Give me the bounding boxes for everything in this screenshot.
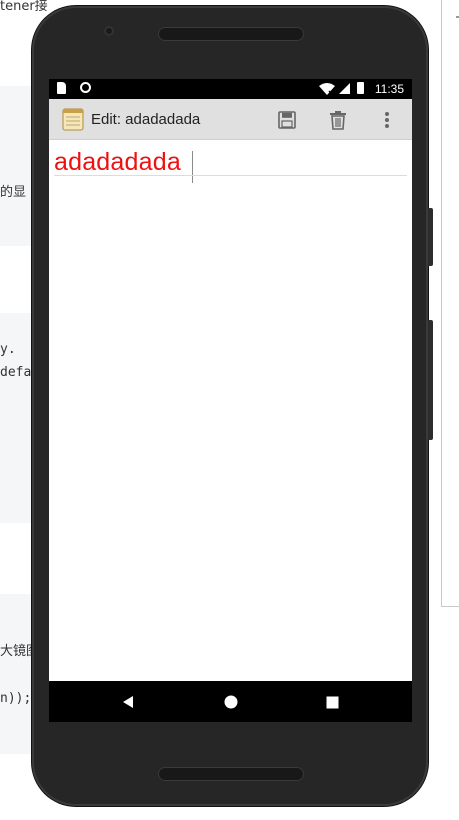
volume-button[interactable] — [428, 320, 433, 440]
text-cursor — [192, 151, 193, 183]
status-time: 11:35 — [374, 82, 404, 96]
back-button[interactable] — [117, 691, 139, 713]
circle-notification-icon — [80, 82, 91, 93]
home-icon — [224, 695, 238, 709]
toolbar-title: Edit: adadadada — [91, 111, 201, 128]
bg-side-window — [441, 0, 459, 607]
bg-fragment-2: y. — [0, 342, 16, 357]
bg-fragment-3: defa — [0, 365, 32, 380]
delete-button[interactable] — [326, 108, 350, 132]
trash-icon — [330, 110, 346, 130]
note-text[interactable]: adadadada — [54, 148, 181, 177]
recents-button[interactable] — [321, 691, 343, 713]
save-icon — [278, 111, 296, 129]
bg-fragment-1: 的显 — [0, 185, 27, 200]
camera-icon — [104, 26, 114, 36]
device-screen: 11:35 Edit: adadadada adadadada — [49, 79, 412, 722]
top-speaker — [158, 27, 304, 41]
save-button[interactable] — [275, 108, 299, 132]
battery-icon — [357, 82, 364, 94]
bottom-speaker — [158, 767, 304, 781]
edit-underline — [54, 175, 407, 176]
bg-fragment-5: n)); — [0, 691, 32, 706]
back-icon — [123, 696, 133, 708]
home-button[interactable] — [220, 691, 242, 713]
recents-icon — [326, 696, 338, 708]
overflow-menu-icon — [385, 112, 389, 128]
signal-icon — [339, 83, 350, 94]
status-bar: 11:35 — [49, 79, 412, 99]
wifi-icon — [319, 83, 335, 95]
power-button[interactable] — [428, 208, 433, 266]
bg-fragment-top: tener接 — [0, 0, 48, 14]
overflow-menu-button[interactable] — [375, 108, 399, 132]
navigation-bar — [49, 681, 412, 722]
action-bar: Edit: adadadada — [49, 99, 412, 140]
notepad-icon — [62, 108, 84, 131]
sd-card-icon — [57, 82, 66, 94]
note-editor[interactable]: adadadada — [49, 141, 412, 661]
